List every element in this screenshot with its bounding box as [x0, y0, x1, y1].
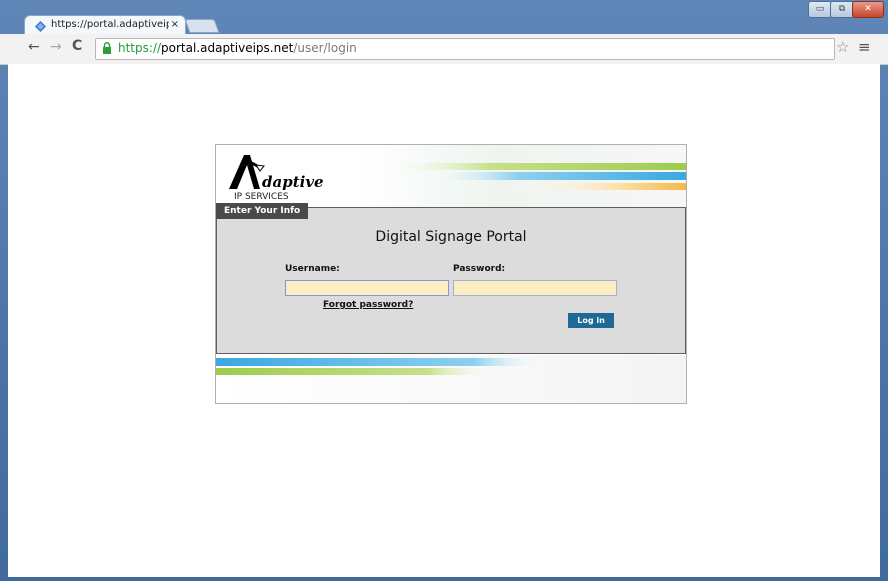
browser-tab[interactable]: https://portal.adaptiveips × — [24, 15, 186, 36]
page-viewport: daptive IP SERVICES Digital Signage Port… — [8, 64, 880, 577]
address-bar[interactable]: https://portal.adaptiveips.net/user/logi… — [95, 38, 835, 60]
url-path: /user/login — [293, 41, 357, 55]
restore-button[interactable]: ⧉ — [830, 1, 854, 18]
tab-title: https://portal.adaptiveips — [51, 19, 169, 30]
login-button[interactable]: Log in — [568, 313, 614, 328]
footer-stripes — [216, 358, 686, 375]
login-panel: daptive IP SERVICES Digital Signage Port… — [215, 144, 687, 404]
logo-tagline: IP SERVICES — [234, 192, 289, 201]
lock-icon — [103, 42, 111, 54]
password-label: Password: — [453, 264, 506, 274]
close-window-icon: ✕ — [864, 4, 872, 14]
bookmark-star-icon[interactable]: ☆ — [836, 38, 849, 56]
close-window-button[interactable]: ✕ — [852, 1, 884, 18]
enter-info-tab: Enter Your Info — [216, 203, 309, 219]
restore-icon: ⧉ — [838, 4, 846, 14]
logo-name: daptive — [262, 173, 324, 191]
tab-strip: https://portal.adaptiveips × ▭ ⧉ ✕ — [0, 0, 888, 36]
login-form: Digital Signage Portal Username: Passwor… — [216, 207, 686, 354]
url-text: https://portal.adaptiveips.net/user/logi… — [118, 40, 357, 56]
minimize-button[interactable]: ▭ — [808, 1, 832, 18]
adaptive-logo: daptive IP SERVICES — [229, 155, 324, 201]
menu-icon[interactable]: ≡ — [858, 38, 871, 56]
logo-header: daptive IP SERVICES — [216, 145, 686, 207]
username-label: Username: — [285, 264, 340, 274]
back-icon[interactable]: ← — [28, 39, 40, 55]
favicon-icon — [35, 21, 46, 32]
portal-heading: Digital Signage Portal — [375, 229, 527, 245]
header-stripes — [386, 163, 686, 190]
new-tab-button[interactable] — [184, 19, 220, 33]
password-input[interactable] — [453, 280, 617, 296]
reload-icon[interactable]: C — [72, 38, 82, 54]
url-scheme: https:// — [118, 41, 162, 55]
forward-icon[interactable]: → — [50, 39, 62, 55]
forgot-password-link[interactable]: Forgot password? — [323, 300, 413, 310]
footer-band — [216, 355, 686, 403]
minimize-icon: ▭ — [815, 4, 825, 14]
username-input[interactable] — [285, 280, 449, 296]
url-host: portal.adaptiveips.net — [161, 41, 294, 55]
browser-window: https://portal.adaptiveips × ▭ ⧉ ✕ ← → C… — [0, 0, 888, 581]
tab-close-icon[interactable]: × — [171, 19, 179, 30]
